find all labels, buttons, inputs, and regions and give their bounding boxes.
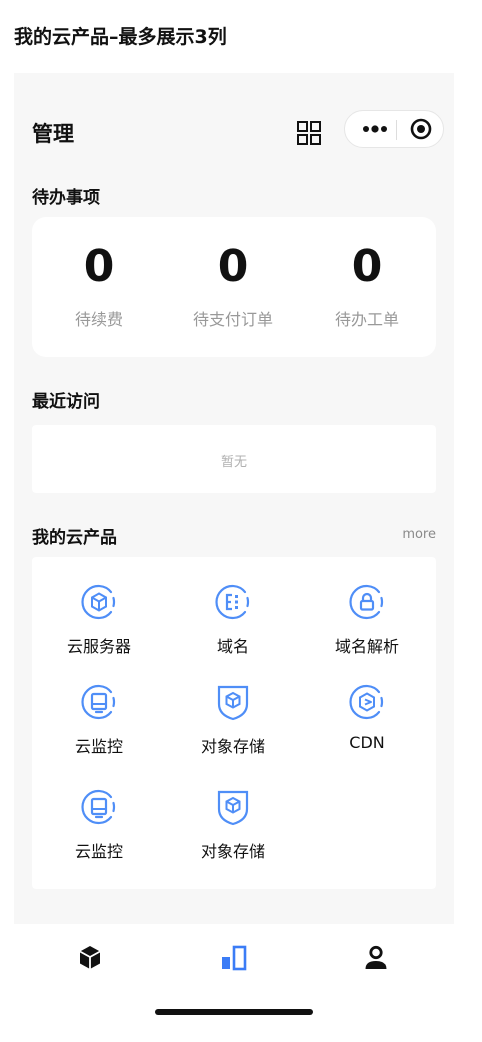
todo-label: 待续费	[74, 310, 123, 329]
cube-icon	[79, 946, 101, 969]
recent-section-title: 最近访问	[32, 392, 100, 412]
product-item[interactable]: CDN	[300, 683, 434, 773]
close-miniprogram-button[interactable]	[403, 111, 441, 147]
tab-products[interactable]	[70, 938, 110, 978]
domain-resolve-icon	[349, 584, 384, 620]
page-title: 管理	[32, 122, 74, 146]
product-label: 云监控	[74, 737, 123, 756]
todo-item-tickets[interactable]: 0 待办工单	[300, 217, 434, 357]
products-card: 云服务器 域名 域名解析 云监控 对象存储 CDN 云监控 对象存储	[32, 557, 436, 889]
product-label: 域名	[216, 637, 249, 656]
product-label: 域名解析	[334, 637, 399, 656]
home-indicator	[155, 1009, 313, 1015]
phone-screen: 管理 待办事项 0 待续费 0 待支付订单 0 待办工单 最近访问 暂无 我的云…	[14, 73, 454, 1025]
product-item[interactable]: 域名	[166, 583, 300, 673]
product-label: 云监控	[74, 842, 123, 861]
tab-bar	[14, 924, 454, 1025]
empty-state-text: 暂无	[220, 455, 247, 470]
cdn-icon	[349, 684, 384, 720]
todo-count: 0	[217, 241, 249, 292]
todo-section-title: 待办事项	[32, 188, 100, 208]
product-label: 对象存储	[200, 842, 265, 861]
product-item[interactable]: 对象存储	[166, 683, 300, 773]
cloud-server-icon	[81, 584, 116, 620]
user-icon	[365, 945, 387, 969]
product-item[interactable]: 云监控	[32, 683, 166, 773]
todo-item-unpaid-orders[interactable]: 0 待支付订单	[166, 217, 300, 357]
product-item[interactable]: 对象存储	[166, 788, 300, 878]
bar-chart-icon	[222, 945, 247, 971]
todo-count: 0	[351, 241, 383, 292]
object-storage-icon	[217, 685, 249, 721]
tab-profile[interactable]	[356, 938, 396, 978]
todo-item-renewal[interactable]: 0 待续费	[32, 217, 166, 357]
recent-card: 暂无	[32, 425, 436, 493]
cloud-monitor-icon	[81, 684, 116, 720]
page-caption: 我的云产品–最多展示3列	[14, 26, 227, 48]
todo-label: 待支付订单	[192, 310, 273, 329]
object-storage-icon	[217, 790, 249, 826]
product-item[interactable]: 域名解析	[300, 583, 434, 673]
product-label: 对象存储	[200, 737, 265, 756]
product-item[interactable]: 云服务器	[32, 583, 166, 673]
products-more-link[interactable]: more	[402, 527, 436, 542]
cloud-monitor-icon	[81, 789, 116, 825]
products-section-title: 我的云产品	[32, 528, 117, 548]
product-item[interactable]: 云监控	[32, 788, 166, 878]
todo-card: 0 待续费 0 待支付订单 0 待办工单	[32, 217, 436, 357]
product-label: CDN	[349, 733, 385, 752]
more-menu-button[interactable]	[355, 111, 397, 147]
tab-dashboard[interactable]	[214, 938, 254, 978]
domain-icon	[215, 584, 250, 620]
miniprogram-capsule	[344, 110, 444, 148]
product-label: 云服务器	[66, 637, 131, 656]
capsule-divider	[396, 120, 397, 140]
todo-label: 待办工单	[334, 310, 399, 329]
todo-count: 0	[83, 241, 115, 292]
grid-icon[interactable]	[296, 120, 322, 146]
